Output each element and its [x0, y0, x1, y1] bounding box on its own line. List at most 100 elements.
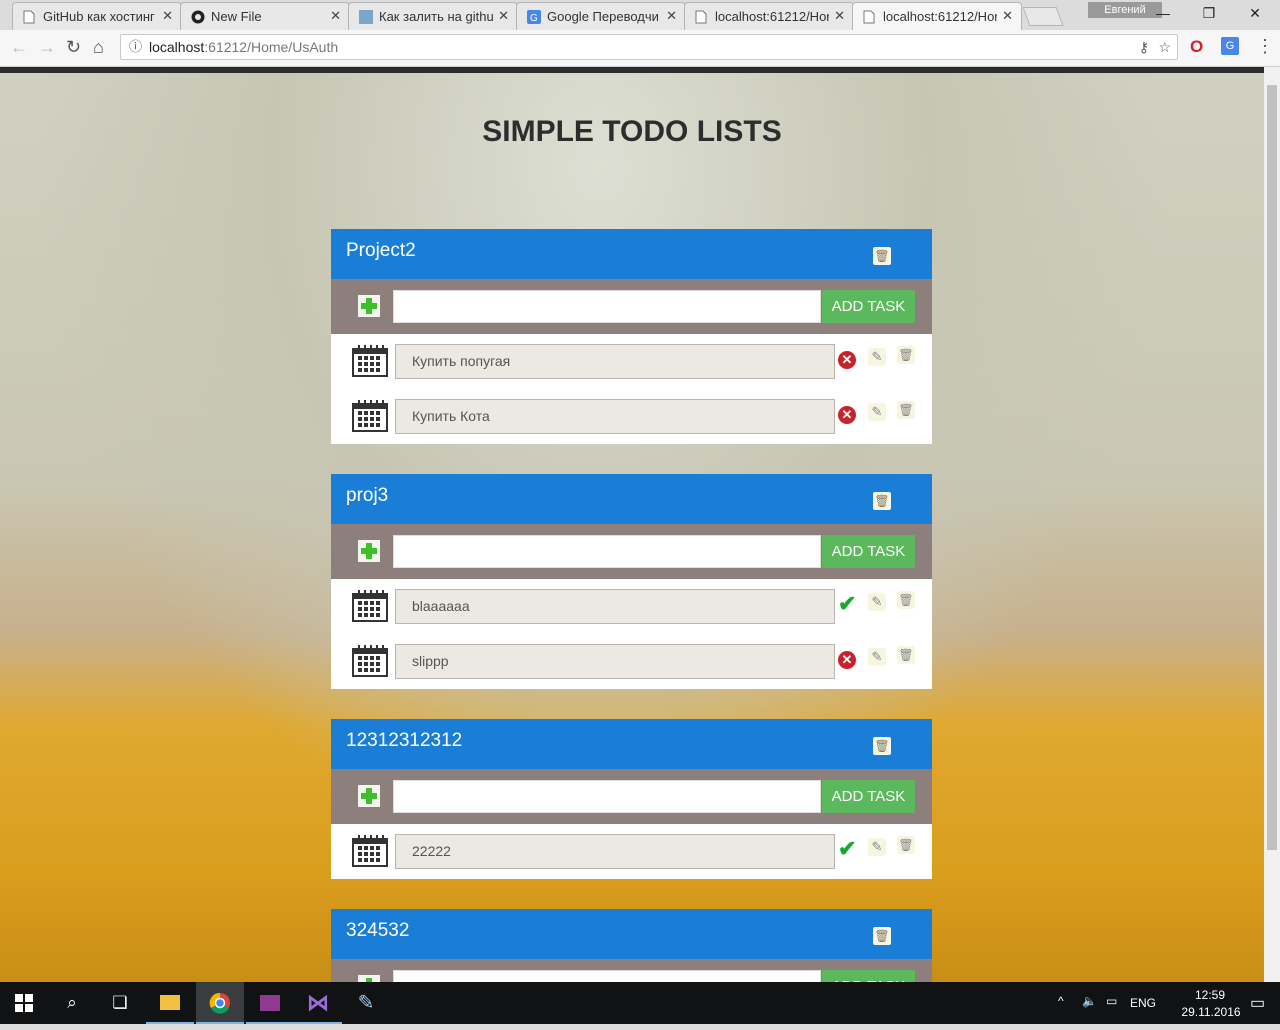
close-window-icon[interactable]: ✕ [1240, 5, 1270, 22]
network-icon[interactable]: ▭ [1106, 994, 1117, 1008]
trash-icon[interactable]: 🗑 [897, 591, 915, 609]
browser-tab[interactable]: New File ✕ [180, 2, 350, 30]
project-name[interactable]: Project2 [346, 240, 416, 262]
google-translate-icon: G [527, 10, 541, 24]
task-row: Купить попугая ✕ ✎ 🗑 [331, 334, 932, 389]
calendar-icon[interactable] [352, 345, 388, 377]
close-icon[interactable]: ✕ [666, 8, 677, 24]
trash-icon[interactable]: 🗑 [897, 346, 915, 364]
edit-icon[interactable]: ✎ [868, 838, 886, 856]
minimize-icon[interactable]: — [1148, 5, 1178, 21]
paint-icon[interactable]: ✎ [342, 982, 390, 1024]
winrar-icon[interactable] [246, 982, 294, 1024]
task-text[interactable]: blaaaaaa [395, 589, 835, 624]
chevron-up-icon[interactable]: ^ [1058, 994, 1064, 1008]
add-task-button[interactable]: ADD TASK [822, 970, 915, 982]
trash-icon[interactable]: 🗑 [897, 646, 915, 664]
translate-extension-icon[interactable]: G [1221, 37, 1239, 55]
task-list: blaaaaaa ✔ ✎ 🗑 slippp ✕ ✎ 🗑 [331, 579, 932, 689]
browser-tab[interactable]: Как залить на githu ✕ [348, 2, 518, 30]
browser-tab[interactable]: GitHub как хостинг ✕ [12, 2, 182, 30]
new-task-input[interactable] [393, 780, 821, 813]
new-tab-button[interactable] [1022, 7, 1064, 26]
task-view-icon[interactable]: ❏ [96, 982, 144, 1024]
edit-icon[interactable]: ✎ [868, 348, 886, 366]
add-task-button[interactable]: ADD TASK [822, 290, 915, 323]
opera-icon[interactable]: O [1190, 37, 1203, 57]
svg-text:G: G [530, 13, 538, 24]
checkmark-icon[interactable]: ✔ [838, 836, 856, 862]
delete-project-icon[interactable]: 🗑 [873, 247, 891, 265]
edit-icon[interactable]: ✎ [868, 648, 886, 666]
browser-tab-active[interactable]: localhost:61212/Hor ✕ [852, 2, 1022, 30]
calendar-icon[interactable] [352, 645, 388, 677]
add-task-button[interactable]: ADD TASK [822, 780, 915, 813]
key-icon[interactable]: ⚷ [1139, 35, 1149, 59]
project-name[interactable]: 12312312312 [346, 730, 462, 752]
calendar-icon[interactable] [352, 400, 388, 432]
search-icon[interactable]: ⌕ [48, 982, 96, 1024]
delete-project-icon[interactable]: 🗑 [873, 737, 891, 755]
project-header: proj3 🗑 [331, 474, 932, 524]
tab-title: GitHub как хостинг [43, 9, 155, 24]
task-row: blaaaaaa ✔ ✎ 🗑 [331, 579, 932, 634]
browser-tab[interactable]: G Google Переводчи ✕ [516, 2, 686, 30]
github-icon [191, 10, 205, 24]
clock-time[interactable]: 12:59 [1180, 988, 1240, 1002]
add-task-button[interactable]: ADD TASK [822, 535, 915, 568]
project-name[interactable]: 324532 [346, 920, 409, 942]
project-header: 12312312312 🗑 [331, 719, 932, 769]
page-icon [23, 10, 35, 24]
visual-studio-icon[interactable]: ⋈ [294, 982, 342, 1024]
browser-tab[interactable]: localhost:61212/Hor ✕ [684, 2, 854, 30]
tab-title: New File [211, 9, 262, 24]
project-card: proj3 🗑 ADD TASK blaaaaaa ✔ ✎ 🗑 slippp ✕ ✎ 🗑 [331, 474, 932, 689]
star-icon[interactable]: ☆ [1158, 35, 1171, 59]
restore-icon[interactable]: ❐ [1194, 5, 1224, 22]
delete-project-icon[interactable]: 🗑 [873, 927, 891, 945]
new-task-input[interactable] [393, 970, 821, 982]
add-task-bar: ADD TASK [331, 524, 932, 579]
trash-icon[interactable]: 🗑 [897, 836, 915, 854]
page-icon [695, 10, 707, 24]
info-icon[interactable]: ⓘ [129, 35, 142, 59]
add-task-bar: ADD TASK [331, 279, 932, 334]
task-text[interactable]: Купить попугая [395, 344, 835, 379]
volume-icon[interactable]: 🔈 [1082, 994, 1097, 1008]
close-icon[interactable]: ✕ [330, 8, 341, 24]
task-text[interactable]: Купить Кота [395, 399, 835, 434]
delete-project-icon[interactable]: 🗑 [873, 492, 891, 510]
task-text[interactable]: slippp [395, 644, 835, 679]
trash-icon[interactable]: 🗑 [897, 401, 915, 419]
scrollbar-thumb[interactable] [1267, 85, 1277, 850]
not-done-icon[interactable]: ✕ [838, 651, 856, 669]
file-explorer-icon[interactable] [146, 982, 194, 1024]
address-bar[interactable]: ⓘ localhost:61212/Home/UsAuth ⚷ ☆ [120, 34, 1178, 60]
home-icon[interactable]: ⌂ [93, 37, 104, 58]
close-icon[interactable]: ✕ [162, 8, 173, 24]
not-done-icon[interactable]: ✕ [838, 351, 856, 369]
new-task-input[interactable] [393, 535, 821, 568]
tab-title: localhost:61212/Hor [883, 9, 997, 24]
close-icon[interactable]: ✕ [498, 8, 509, 24]
task-text[interactable]: 22222 [395, 834, 835, 869]
menu-icon[interactable]: ⋮ [1256, 36, 1274, 57]
chrome-icon[interactable] [196, 982, 244, 1024]
back-icon[interactable]: ← [10, 37, 28, 58]
start-icon[interactable] [0, 982, 48, 1024]
close-icon[interactable]: ✕ [1002, 8, 1013, 24]
clock-date[interactable]: 29.11.2016 [1166, 1005, 1256, 1019]
notification-icon[interactable]: ▭ [1250, 993, 1265, 1013]
reload-icon[interactable]: ↻ [66, 37, 81, 58]
calendar-icon[interactable] [352, 590, 388, 622]
language-indicator[interactable]: ENG [1130, 996, 1156, 1010]
edit-icon[interactable]: ✎ [868, 403, 886, 421]
forward-icon[interactable]: → [38, 37, 56, 58]
close-icon[interactable]: ✕ [834, 8, 845, 24]
edit-icon[interactable]: ✎ [868, 593, 886, 611]
new-task-input[interactable] [393, 290, 821, 323]
project-name[interactable]: proj3 [346, 485, 388, 507]
checkmark-icon[interactable]: ✔ [838, 591, 856, 617]
not-done-icon[interactable]: ✕ [838, 406, 856, 424]
calendar-icon[interactable] [352, 835, 388, 867]
